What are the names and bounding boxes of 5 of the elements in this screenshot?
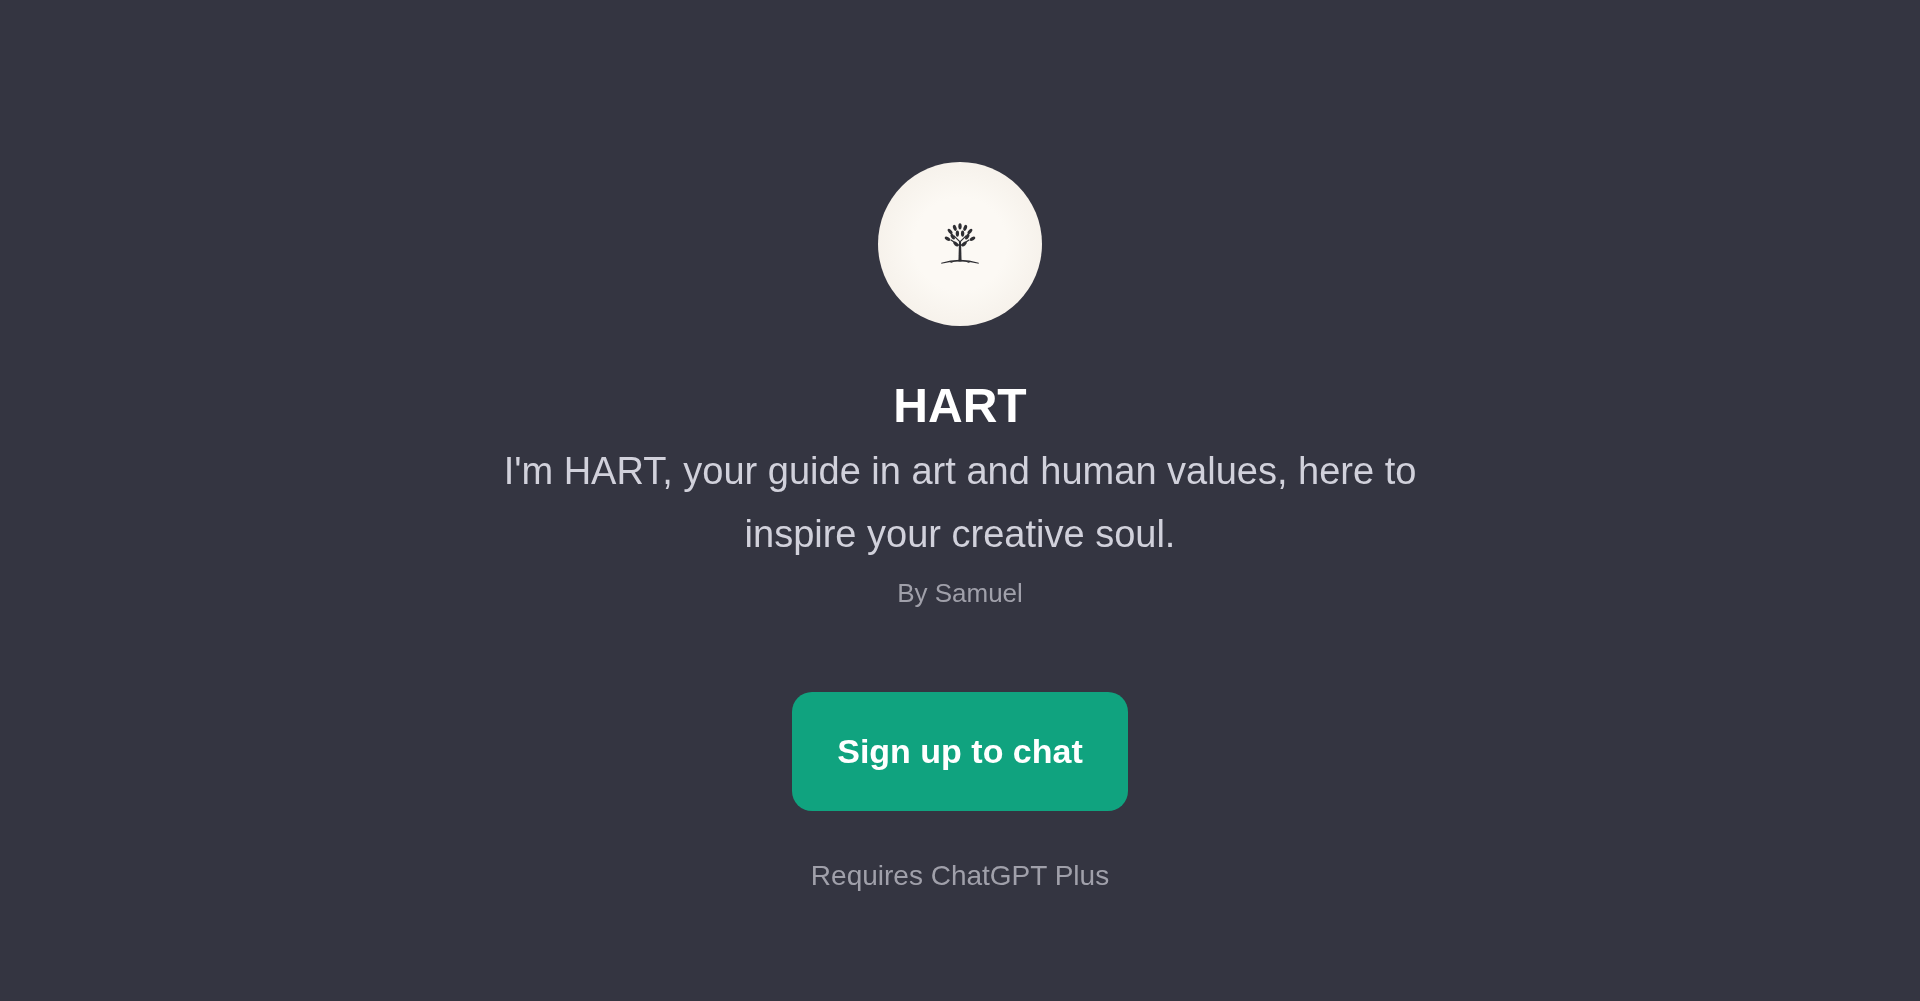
gpt-description: I'm HART, your guide in art and human values, here to inspire your creative soul. [502,449,1418,557]
sign-up-button[interactable]: Sign up to chat [792,692,1128,811]
author-byline: By Samuel [897,577,1023,610]
requirement-note: Requires ChatGPT Plus [810,859,1110,893]
gpt-title: HART [893,378,1027,434]
